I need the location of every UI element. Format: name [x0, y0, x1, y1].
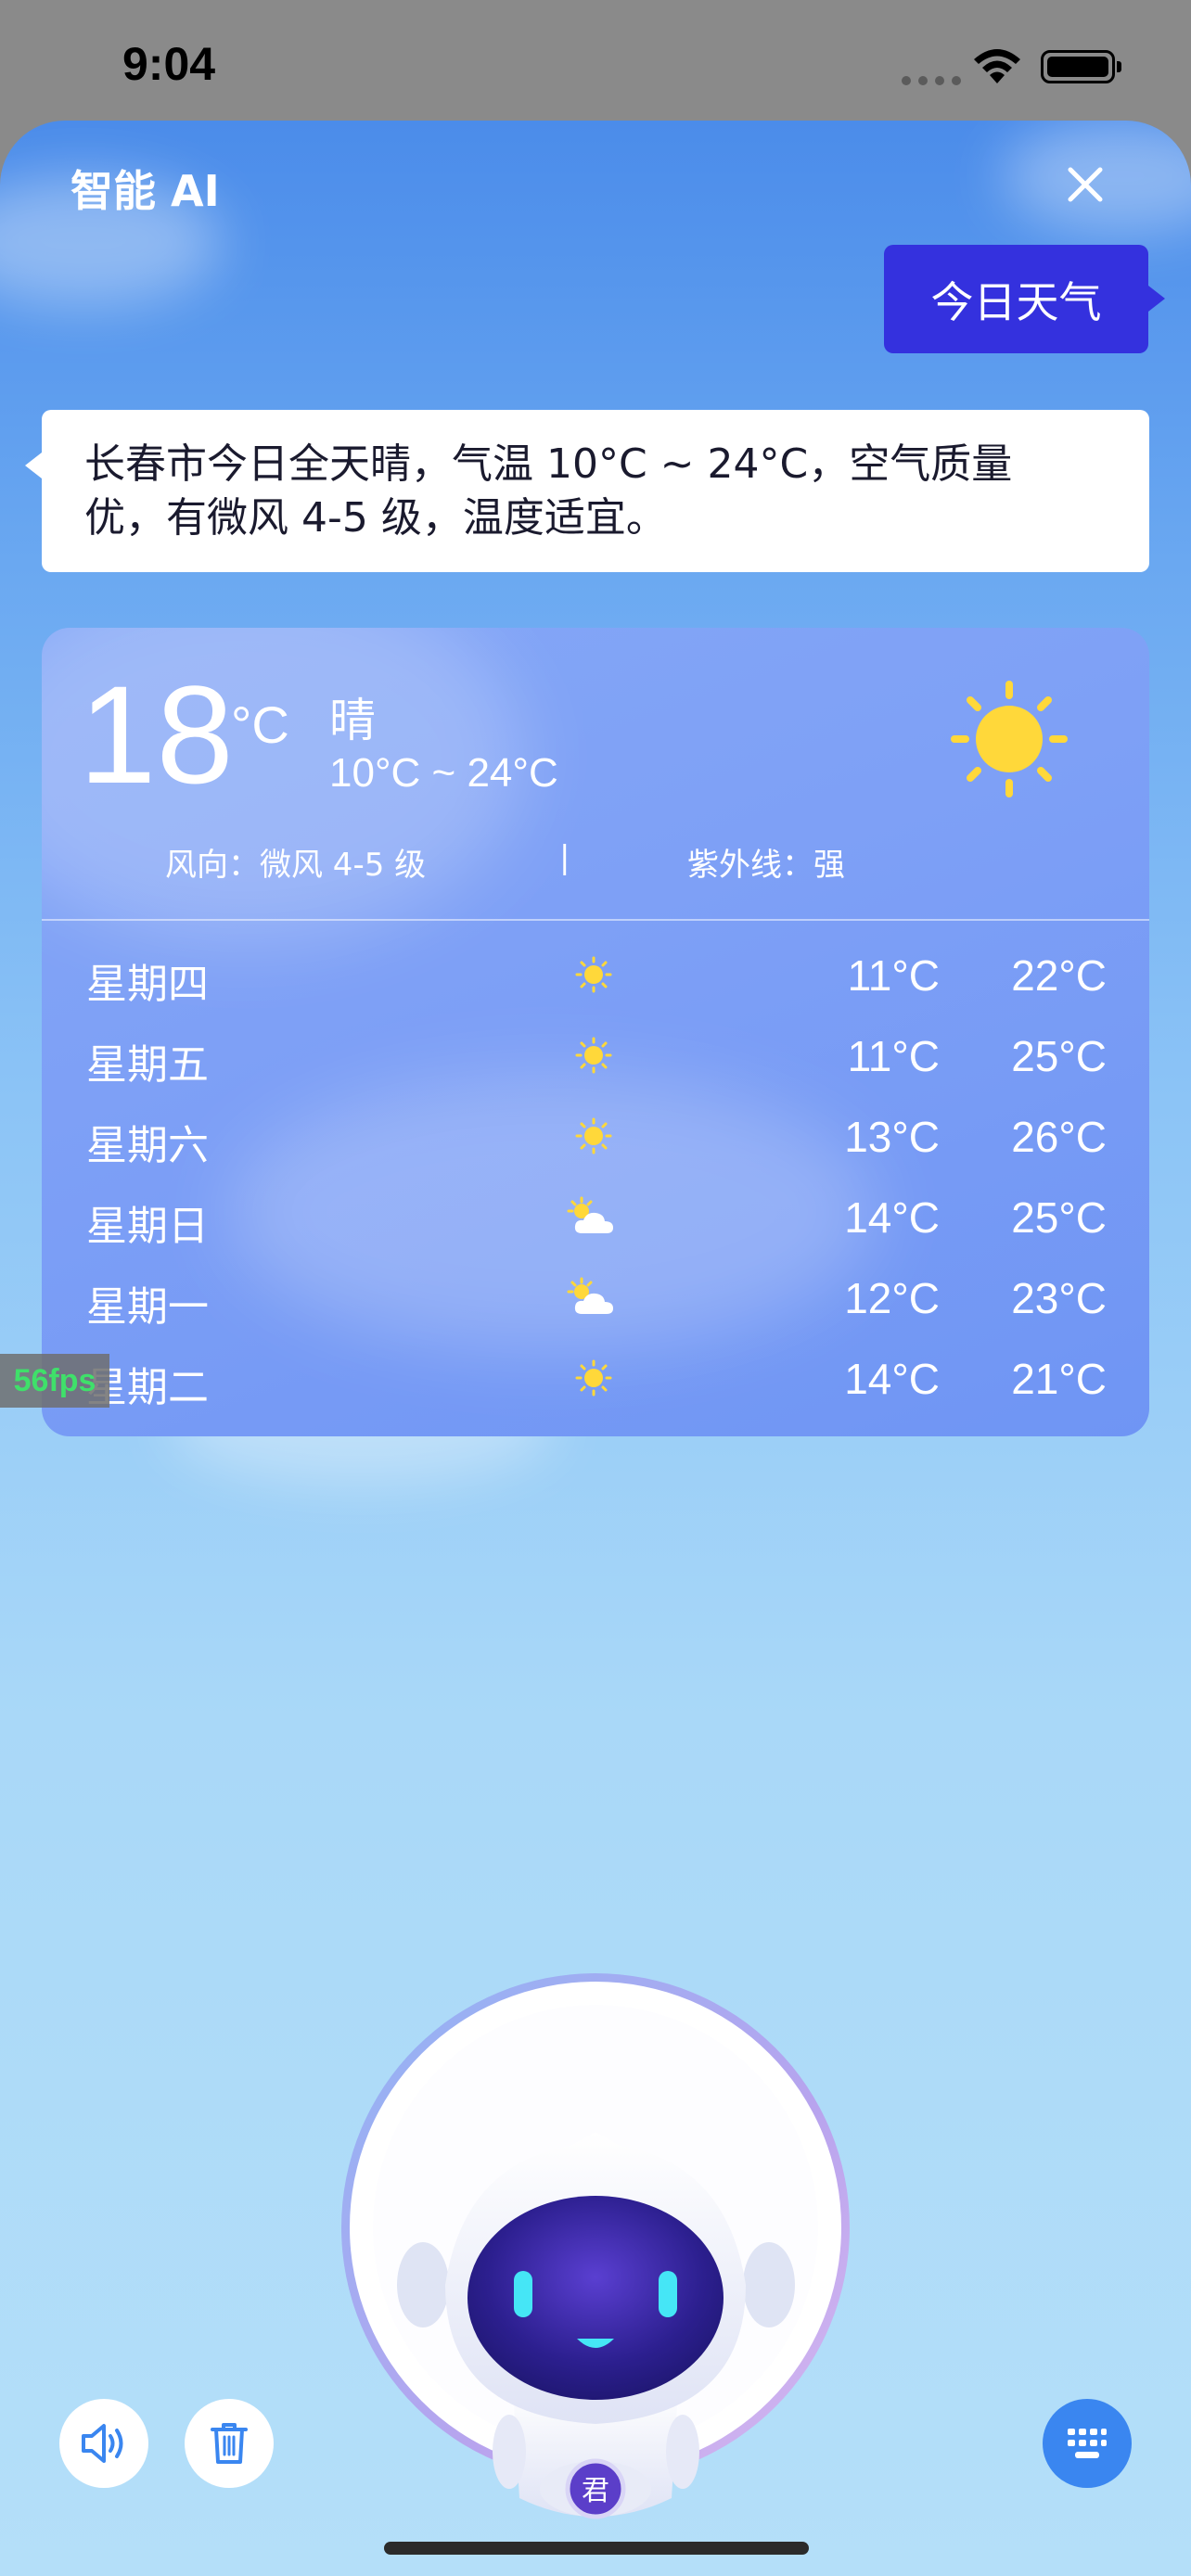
forecast-row: 星期日 14°C 25°C [42, 1178, 1149, 1258]
home-indicator[interactable] [384, 2542, 809, 2555]
forecast-list: 星期四 11°C 22°C 星期五 11°C 25°C 星期六 13°C 26°… [42, 936, 1149, 1420]
forecast-low: 11°C [847, 1032, 940, 1080]
forecast-day: 星期六 [86, 1122, 209, 1169]
keyboard-button[interactable] [1043, 2399, 1132, 2488]
status-bar: 9:04 [0, 0, 1191, 121]
forecast-high: 23°C [1011, 1274, 1107, 1322]
robot-badge: 君 [582, 2475, 609, 2507]
speaker-icon [82, 2424, 123, 2463]
clear-chat-button[interactable] [185, 2399, 274, 2488]
assistant-sheet: 智能 AI 今日天气 长春市今日全天晴，气温 10°C ~ 24°C，空气质量 … [0, 121, 1191, 2576]
forecast-day: 星期五 [86, 1041, 209, 1089]
divider [42, 919, 1149, 921]
battery-icon [1041, 50, 1121, 83]
forecast-low: 14°C [844, 1355, 940, 1403]
current-temperature: 18 [79, 657, 234, 812]
wifi-icon [974, 49, 1020, 83]
page-title: 智能 AI [70, 166, 220, 216]
sun-icon [575, 956, 612, 993]
forecast-day: 星期一 [86, 1283, 209, 1331]
forecast-row: 星期一 12°C 23°C [42, 1258, 1149, 1339]
trash-icon [211, 2423, 248, 2464]
ai-reply-text: 长春市今日全天晴，气温 10°C ~ 24°C，空气质量 [84, 440, 1013, 488]
forecast-row: 星期五 11°C 25°C [42, 1016, 1149, 1097]
forecast-low: 13°C [844, 1113, 940, 1161]
info-separator: | [559, 839, 570, 876]
status-time: 9:04 [122, 38, 216, 90]
fps-counter: 56fps [0, 1354, 109, 1408]
temperature-unit: °C [231, 695, 289, 754]
robot-avatar[interactable]: 君 [338, 1849, 857, 2535]
partly-cloudy-icon [567, 1277, 613, 1314]
forecast-row: 星期二 14°C 21°C [42, 1339, 1149, 1420]
speaker-button[interactable] [59, 2399, 148, 2488]
weather-card: 18 °C 晴 10°C ~ 24°C 风向：微风 4-5 级 | 紫外线：强 … [42, 628, 1149, 1436]
forecast-low: 14°C [844, 1193, 940, 1242]
forecast-high: 26°C [1011, 1113, 1107, 1161]
forecast-low: 11°C [847, 951, 940, 1000]
wind-info: 风向：微风 4-5 级 [165, 847, 427, 884]
forecast-high: 21°C [1011, 1355, 1107, 1403]
keyboard-icon [1068, 2429, 1107, 2458]
sun-icon [575, 1359, 612, 1396]
partly-cloudy-icon [567, 1196, 613, 1233]
sun-icon [575, 1037, 612, 1074]
forecast-low: 12°C [844, 1274, 940, 1322]
forecast-day: 星期日 [86, 1203, 209, 1250]
forecast-high: 25°C [1011, 1193, 1107, 1242]
ai-reply-text: 优，有微风 4-5 级，温度适宜。 [84, 494, 667, 542]
close-icon [1068, 167, 1103, 202]
forecast-row: 星期六 13°C 26°C [42, 1097, 1149, 1178]
uv-info: 紫外线：强 [687, 847, 845, 884]
temperature-range: 10°C ~ 24°C [329, 750, 558, 796]
close-button[interactable] [1062, 161, 1108, 208]
forecast-day: 星期四 [86, 961, 209, 1008]
sun-icon [951, 681, 1068, 797]
forecast-high: 22°C [1011, 951, 1107, 1000]
sun-icon [575, 1117, 612, 1154]
user-message-bubble: 今日天气 [884, 245, 1165, 353]
current-condition: 晴 [329, 694, 376, 747]
ai-reply-bubble: 长春市今日全天晴，气温 10°C ~ 24°C，空气质量 优，有微风 4-5 级… [25, 410, 1149, 572]
forecast-row: 星期四 11°C 22°C [42, 936, 1149, 1016]
forecast-high: 25°C [1011, 1032, 1107, 1080]
cellular-signal-icon [902, 76, 961, 85]
